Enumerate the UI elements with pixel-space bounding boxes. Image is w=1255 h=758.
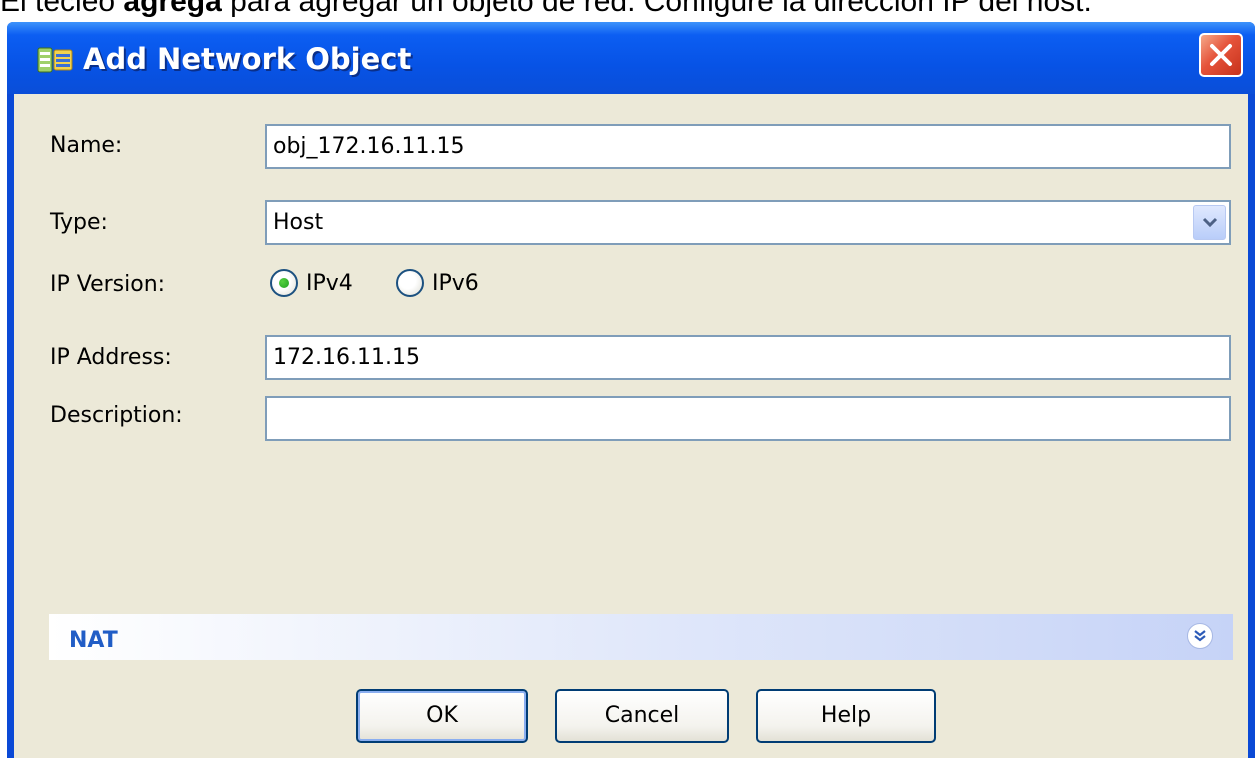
type-select[interactable]: Host xyxy=(265,200,1231,245)
close-icon xyxy=(1210,44,1232,66)
ipv6-label: IPv6 xyxy=(432,271,479,296)
help-button[interactable]: Help xyxy=(756,689,936,743)
ip-version-label: IP Version: xyxy=(50,272,166,297)
nat-section-header[interactable]: NAT xyxy=(49,614,1233,660)
close-button[interactable] xyxy=(1199,33,1243,77)
type-label: Type: xyxy=(50,210,108,235)
name-label: Name: xyxy=(50,133,123,158)
network-object-icon xyxy=(37,46,73,74)
double-chevron-down-icon xyxy=(1194,630,1206,642)
description-input[interactable] xyxy=(265,396,1231,441)
name-input[interactable]: obj_172.16.11.15 xyxy=(265,124,1231,169)
caption-text-before: El tecleo xyxy=(0,0,124,18)
add-network-object-dialog: Add Network Object Name: obj_172.16.11.1… xyxy=(7,22,1255,758)
chevron-down-icon xyxy=(1202,217,1218,228)
description-label: Description: xyxy=(50,403,183,428)
caption-text-bold: agrega xyxy=(123,0,222,18)
ipv6-radio[interactable] xyxy=(396,269,424,297)
dialog-body: Name: obj_172.16.11.15 Type: Host IP Ver… xyxy=(14,94,1248,758)
instruction-caption: El tecleo agrega para agregar un objeto … xyxy=(0,0,1255,22)
caption-text-after: para agregar un objeto de red. Configure… xyxy=(221,0,1092,18)
ok-button[interactable]: OK xyxy=(356,689,528,743)
nat-expand-button[interactable] xyxy=(1187,623,1213,649)
title-bar[interactable]: Add Network Object xyxy=(7,22,1255,94)
dialog-title: Add Network Object xyxy=(83,42,412,76)
ip-address-label: IP Address: xyxy=(50,345,172,370)
type-dropdown-button[interactable] xyxy=(1193,205,1226,240)
nat-label: NAT xyxy=(69,628,118,653)
type-select-value: Host xyxy=(273,210,324,235)
ipv4-radio[interactable] xyxy=(270,269,298,297)
radio-selected-dot xyxy=(279,278,289,288)
ip-address-input[interactable]: 172.16.11.15 xyxy=(265,335,1231,380)
ipv4-label: IPv4 xyxy=(306,271,353,296)
cancel-button[interactable]: Cancel xyxy=(555,689,729,743)
